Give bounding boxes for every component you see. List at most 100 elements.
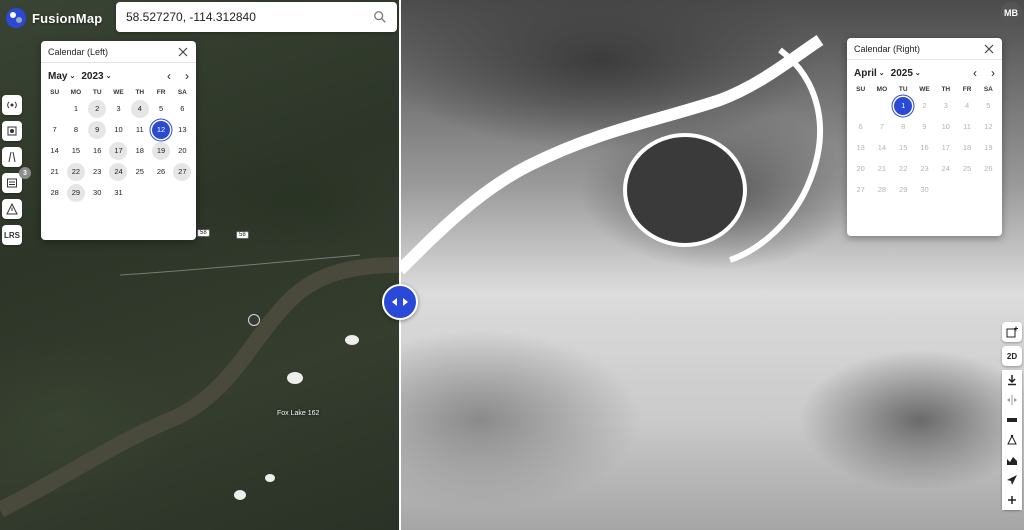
month-select[interactable]: May ⌄ bbox=[48, 71, 75, 82]
calendar-day[interactable]: 24 bbox=[108, 161, 129, 182]
search-icon[interactable] bbox=[373, 10, 387, 24]
chevron-down-icon: ⌄ bbox=[69, 73, 76, 80]
calendar-day[interactable]: 15 bbox=[65, 140, 86, 161]
warning-button[interactable] bbox=[2, 199, 22, 219]
calendar-day: 24 bbox=[941, 164, 950, 173]
calendar-day: 25 bbox=[962, 164, 972, 173]
search-bar[interactable] bbox=[116, 2, 397, 32]
year-select[interactable]: 2023 ⌄ bbox=[81, 71, 111, 82]
place-label: Fox Lake 162 bbox=[277, 410, 320, 417]
close-icon[interactable] bbox=[177, 46, 189, 58]
weekday-label: SU bbox=[856, 86, 866, 93]
calendar-day[interactable]: 19 bbox=[150, 140, 171, 161]
chevron-down-icon: ⌄ bbox=[878, 70, 885, 77]
calendar-day[interactable]: 16 bbox=[87, 140, 108, 161]
weekday-label: TH bbox=[941, 86, 951, 93]
calendar-title: Calendar (Left) bbox=[48, 46, 109, 57]
chevron-down-icon: ⌄ bbox=[105, 73, 112, 80]
signal-button[interactable] bbox=[2, 95, 22, 115]
calendar-day[interactable]: 29 bbox=[65, 182, 86, 203]
search-input[interactable] bbox=[126, 10, 373, 24]
next-month-icon[interactable]: › bbox=[991, 66, 995, 80]
calendar-day[interactable]: 17 bbox=[108, 140, 129, 161]
calendar-day[interactable]: 18 bbox=[129, 140, 150, 161]
calendar-day: 14 bbox=[877, 143, 887, 152]
locate-button[interactable] bbox=[1002, 470, 1022, 490]
right-toolbar: 2D bbox=[1002, 322, 1022, 510]
left-toolbar: 3 LRS bbox=[2, 95, 31, 245]
calendar-day: 7 bbox=[879, 122, 884, 131]
next-month-icon[interactable]: › bbox=[185, 69, 189, 83]
calendar-day[interactable]: 5 bbox=[150, 98, 171, 119]
calendar-day[interactable]: 1 bbox=[65, 98, 86, 119]
calendar-day[interactable]: 7 bbox=[44, 119, 65, 140]
calendar-day[interactable]: 22 bbox=[65, 161, 86, 182]
warning-icon bbox=[6, 203, 18, 215]
split-button[interactable] bbox=[1002, 390, 1022, 410]
split-divider[interactable] bbox=[399, 0, 401, 530]
add-layer-button[interactable] bbox=[1002, 322, 1022, 342]
calendar-day[interactable]: 9 bbox=[87, 119, 108, 140]
calendar-day[interactable]: 12 bbox=[150, 119, 171, 140]
calendar-day[interactable]: 10 bbox=[108, 119, 129, 140]
close-icon[interactable] bbox=[983, 43, 995, 55]
list-button[interactable]: 3 bbox=[2, 167, 31, 193]
calendar-day[interactable]: 4 bbox=[129, 98, 150, 119]
lrs-button[interactable]: LRS bbox=[2, 225, 22, 245]
calendar-day[interactable]: 28 bbox=[44, 182, 65, 203]
calendar-day[interactable]: 26 bbox=[150, 161, 171, 182]
calendar-day[interactable]: 1 bbox=[893, 95, 914, 116]
location-pin-icon[interactable] bbox=[248, 314, 260, 326]
calendar-day[interactable]: 21 bbox=[44, 161, 65, 182]
calendar-day: 19 bbox=[984, 143, 993, 152]
tool-group bbox=[1002, 370, 1022, 510]
month-select[interactable]: April ⌄ bbox=[854, 68, 885, 79]
road-button[interactable] bbox=[2, 147, 22, 167]
weekday-label: MO bbox=[70, 89, 82, 96]
day-grid: 1 2 3 4 5 6 7 8 9 10 11 12 13 14 15 16 17 18 19 20 21 22 23 24 2… bbox=[41, 98, 196, 203]
calendar-day[interactable]: 11 bbox=[129, 119, 150, 140]
calendar-day[interactable]: 2 bbox=[87, 98, 108, 119]
chart-icon bbox=[1007, 457, 1017, 465]
weekday-label: TU bbox=[92, 89, 102, 96]
weekday-label: SU bbox=[50, 89, 60, 96]
swipe-arrows-icon bbox=[392, 298, 408, 306]
weekday-label: SA bbox=[983, 86, 993, 93]
measure-button[interactable] bbox=[1002, 430, 1022, 450]
weekday-label: WE bbox=[919, 86, 930, 93]
calendar-day[interactable]: 3 bbox=[108, 98, 129, 119]
prev-month-icon[interactable]: ‹ bbox=[167, 69, 171, 83]
chart-button[interactable] bbox=[1002, 450, 1022, 470]
calendar-day[interactable]: 27 bbox=[172, 161, 193, 182]
scale-button[interactable] bbox=[1002, 410, 1022, 430]
calendar-day[interactable]: 20 bbox=[172, 140, 193, 161]
swipe-handle[interactable] bbox=[382, 284, 418, 320]
app-logo[interactable]: FusionMap bbox=[4, 6, 102, 30]
download-button[interactable] bbox=[1002, 370, 1022, 390]
calendar-day[interactable]: 31 bbox=[108, 182, 129, 203]
calendar-day[interactable]: 23 bbox=[87, 161, 108, 182]
road-icon bbox=[8, 151, 16, 163]
calendar-day: 23 bbox=[920, 164, 929, 173]
calendar-day[interactable]: 13 bbox=[172, 119, 193, 140]
weekday-label: FR bbox=[962, 86, 972, 93]
scan-button[interactable] bbox=[2, 121, 22, 141]
view-mode-button[interactable]: 2D bbox=[1002, 346, 1022, 366]
calendar-day[interactable]: 6 bbox=[172, 98, 193, 119]
list-badge: 3 bbox=[19, 167, 31, 179]
zoom-in-button[interactable] bbox=[1002, 490, 1022, 510]
calendar-day[interactable]: 25 bbox=[129, 161, 150, 182]
calendar-title: Calendar (Right) bbox=[854, 43, 921, 54]
prev-month-icon[interactable]: ‹ bbox=[973, 66, 977, 80]
split-icon bbox=[1007, 395, 1017, 405]
signal-icon bbox=[7, 101, 17, 109]
avatar[interactable]: MB bbox=[1000, 2, 1022, 24]
calendar-day[interactable]: 14 bbox=[44, 140, 65, 161]
weekday-header: SU MO TU WE TH FR SA bbox=[41, 89, 196, 96]
calendar-day: 20 bbox=[856, 164, 865, 173]
calendar-day: 29 bbox=[899, 185, 908, 194]
scale-icon bbox=[1007, 418, 1017, 422]
calendar-day[interactable]: 8 bbox=[65, 119, 86, 140]
year-select[interactable]: 2025 ⌄ bbox=[891, 68, 921, 79]
calendar-day[interactable]: 30 bbox=[87, 182, 108, 203]
